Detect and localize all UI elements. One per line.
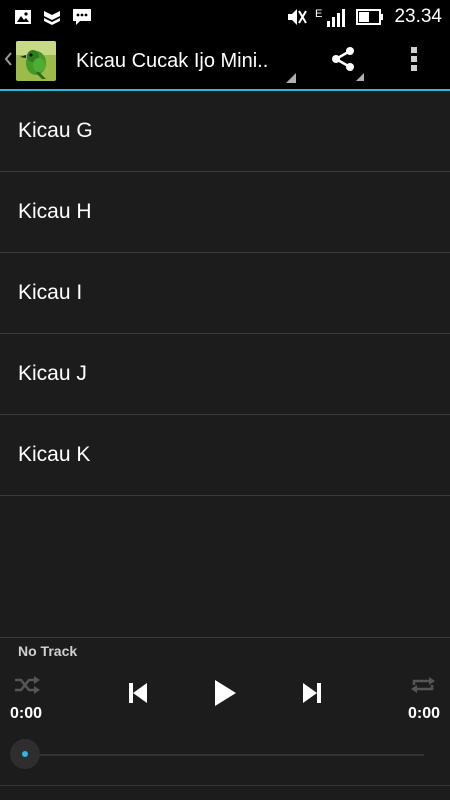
seek-thumb[interactable] bbox=[10, 739, 40, 769]
next-button[interactable] bbox=[298, 680, 326, 710]
status-system: E 23.34 bbox=[286, 6, 450, 28]
overflow-menu-button[interactable] bbox=[396, 33, 432, 89]
action-bar: Kicau Cucak Ijo Mini.. bbox=[0, 33, 450, 89]
track-list: Kicau G Kicau H Kicau I Kicau J Kicau K bbox=[0, 91, 450, 496]
app-logo-icon[interactable] bbox=[16, 41, 56, 81]
notification-icon bbox=[43, 8, 61, 26]
share-submenu-indicator bbox=[356, 73, 364, 81]
app-screen: E 23.34 Kicau Cucak Ijo Mini.. Kicau G K… bbox=[0, 0, 450, 800]
play-button[interactable] bbox=[208, 678, 242, 712]
list-item[interactable]: Kicau G bbox=[0, 91, 450, 172]
repeat-icon bbox=[410, 675, 436, 700]
player-panel: No Track 0:00 0:00 bbox=[0, 637, 450, 800]
signal-e-icon: E bbox=[314, 6, 350, 28]
seek-bar[interactable] bbox=[24, 754, 424, 756]
share-button[interactable] bbox=[318, 33, 368, 89]
list-item[interactable]: Kicau J bbox=[0, 334, 450, 415]
track-label: Kicau J bbox=[18, 362, 87, 385]
previous-button[interactable] bbox=[124, 680, 152, 710]
track-label: Kicau G bbox=[18, 119, 93, 142]
spinner-indicator bbox=[286, 73, 296, 83]
clock: 23.34 bbox=[394, 5, 442, 27]
title-spinner[interactable]: Kicau Cucak Ijo Mini.. bbox=[76, 33, 296, 89]
shuffle-icon bbox=[13, 675, 41, 700]
total-duration: 0:00 bbox=[407, 705, 440, 722]
page-title: Kicau Cucak Ijo Mini.. bbox=[76, 49, 269, 72]
image-icon bbox=[14, 8, 32, 26]
status-notifications bbox=[0, 8, 92, 26]
list-item[interactable]: Kicau K bbox=[0, 415, 450, 496]
play-icon bbox=[213, 679, 237, 712]
skip-previous-icon bbox=[128, 682, 148, 709]
shuffle-button[interactable] bbox=[12, 675, 42, 700]
track-label: Kicau H bbox=[18, 200, 92, 223]
elapsed-time: 0:00 bbox=[10, 705, 43, 722]
share-icon bbox=[329, 45, 357, 78]
track-label: Kicau I bbox=[18, 281, 83, 304]
skip-next-icon bbox=[302, 682, 322, 709]
repeat-button[interactable] bbox=[408, 676, 438, 698]
seek-thumb-dot bbox=[22, 751, 28, 757]
back-caret-icon[interactable] bbox=[4, 51, 16, 72]
svg-text:E: E bbox=[315, 8, 322, 20]
battery-icon bbox=[356, 8, 384, 25]
list-item[interactable]: Kicau I bbox=[0, 253, 450, 334]
list-item[interactable]: Kicau H bbox=[0, 172, 450, 253]
mute-icon bbox=[286, 7, 308, 27]
bottom-divider bbox=[0, 785, 450, 786]
now-playing-label: No Track bbox=[18, 643, 78, 659]
bbm-icon bbox=[72, 8, 92, 26]
more-vert-icon bbox=[410, 46, 418, 77]
status-bar: E 23.34 bbox=[0, 0, 450, 33]
track-label: Kicau K bbox=[18, 443, 91, 466]
